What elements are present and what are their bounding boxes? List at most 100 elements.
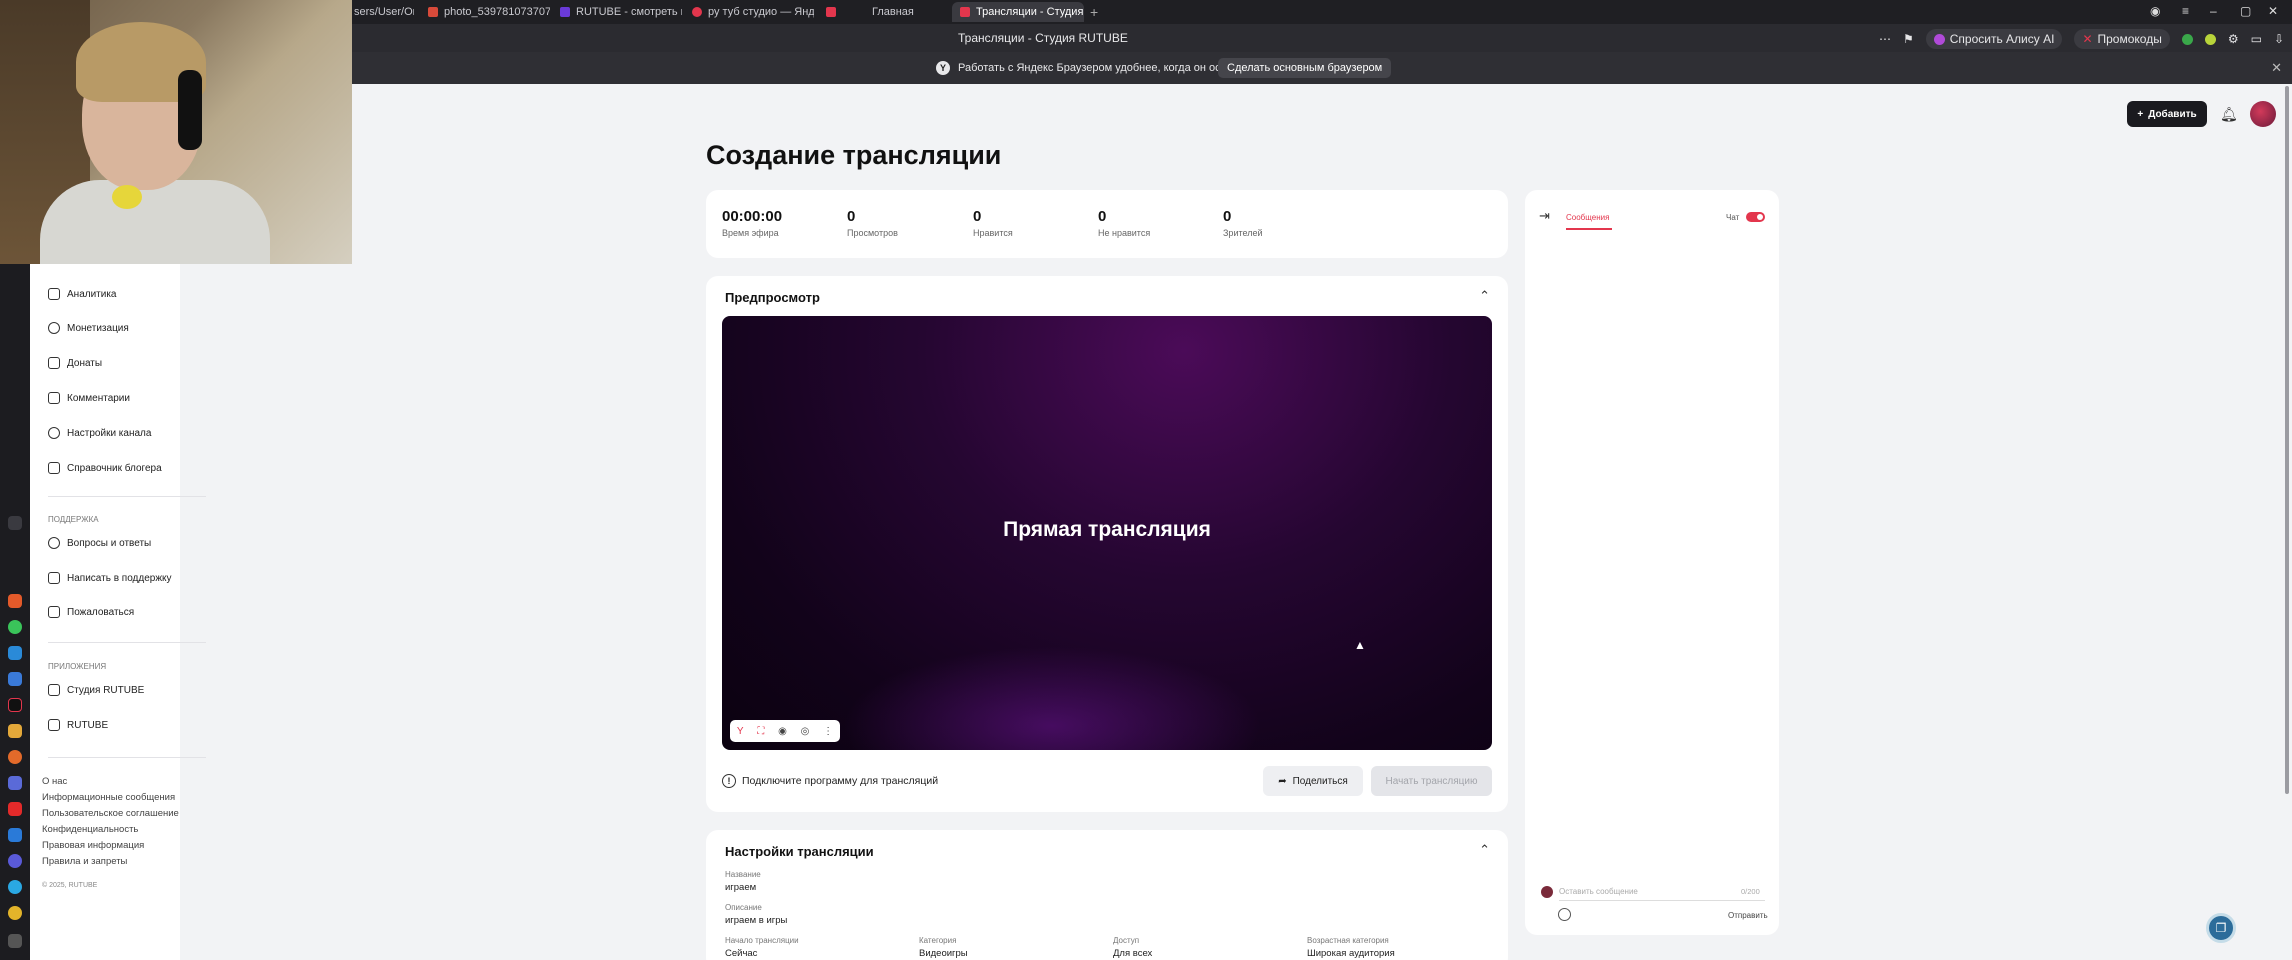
sidebar-item-write-support[interactable]: Написать в поддержку: [48, 572, 172, 584]
sidebar-item-rutube[interactable]: RUTUBE: [48, 719, 108, 731]
tab-0[interactable]: sers/User/One/: [346, 2, 414, 22]
page-title: Создание трансляции: [706, 140, 1002, 170]
tab-2[interactable]: RUTUBE - смотреть видео: [552, 2, 682, 22]
age-category-value[interactable]: Широкая аудитория: [1307, 948, 1395, 959]
chat-bubble-icon: ❐: [2215, 921, 2227, 935]
chevron-up-icon[interactable]: ⌃: [1479, 288, 1490, 304]
tab-4[interactable]: Главная: [818, 2, 948, 22]
whatsapp-icon[interactable]: [8, 620, 22, 634]
stat-dislikes: 0 Не нравится: [1098, 208, 1151, 238]
sidebar-item-analytics[interactable]: Аналитика: [48, 288, 117, 300]
video-player[interactable]: Прямая трансляция Y ⛶ ◉ ◎ ⋮ ▲: [722, 316, 1492, 750]
dock-app-icon[interactable]: [8, 594, 22, 608]
footer-link[interactable]: О нас: [42, 776, 67, 787]
sidebar-item-faq[interactable]: Вопросы и ответы: [48, 537, 151, 549]
active-tab-indicator: [1566, 228, 1612, 230]
footer-link[interactable]: Информационные сообщения: [42, 792, 175, 803]
footer-link[interactable]: Пользовательское соглашение: [42, 808, 179, 819]
rutube-studio-icon: [960, 7, 970, 17]
dock-app-icon[interactable]: [8, 906, 22, 920]
telegram-icon[interactable]: [8, 880, 22, 894]
more-apps-icon[interactable]: [8, 934, 22, 948]
dock-app-icon[interactable]: [8, 516, 22, 530]
maximize-icon[interactable]: ▢: [2240, 4, 2251, 18]
more-icon[interactable]: ⋯: [1879, 32, 1891, 46]
menu-icon[interactable]: ≡: [2182, 4, 2189, 18]
description-label: Описание: [725, 903, 762, 912]
minimize-icon[interactable]: –: [2210, 4, 2217, 18]
tab-3[interactable]: ру туб студио — Яндекс: [684, 2, 814, 22]
close-infobar-icon[interactable]: ✕: [2271, 60, 2282, 76]
access-value[interactable]: Для всех: [1113, 948, 1152, 959]
category-label: Категория: [919, 936, 957, 945]
more-vertical-icon[interactable]: ⋮: [823, 726, 833, 737]
download-icon[interactable]: ⇩: [2274, 32, 2284, 46]
name-value[interactable]: играем: [725, 882, 756, 893]
chat-message-input[interactable]: Оставить сообщение: [1559, 883, 1765, 901]
add-button[interactable]: + Добавить: [2127, 101, 2207, 127]
tiktok-icon[interactable]: [8, 698, 22, 712]
chat-user-avatar: [1541, 886, 1553, 898]
player-controls: Y ⛶ ◉ ◎ ⋮: [730, 720, 840, 742]
category-value[interactable]: Видеоигры: [919, 948, 968, 959]
yandex-logo-icon: Y: [936, 61, 950, 75]
chat-toggle[interactable]: [1746, 212, 1765, 222]
analytics-icon: [48, 288, 60, 300]
dock-app-icon[interactable]: [8, 672, 22, 686]
emoji-icon[interactable]: [1558, 908, 1571, 921]
eye-icon[interactable]: ◉: [778, 726, 787, 737]
bookmark-icon[interactable]: ⚑: [1903, 32, 1914, 46]
sidebar-item-guide[interactable]: Справочник блогера: [48, 462, 162, 474]
tab-active[interactable]: Трансляции - Студия R✕: [952, 2, 1084, 22]
collapse-chat-icon[interactable]: ⇥: [1539, 208, 1550, 224]
page-scrollbar[interactable]: [2285, 86, 2289, 794]
make-default-button[interactable]: Сделать основным браузером: [1218, 58, 1392, 78]
promocodes-button[interactable]: ✕ Промокоды: [2074, 29, 2170, 49]
tab-1[interactable]: photo_539781073707508: [420, 2, 550, 22]
sidebar-item-settings[interactable]: Настройки канала: [48, 427, 151, 439]
footer-link[interactable]: Правовая информация: [42, 840, 144, 851]
footer-link[interactable]: Конфиденциальность: [42, 824, 138, 835]
screenshot-icon[interactable]: ⛶: [757, 726, 764, 737]
start-time-value[interactable]: Сейчас: [725, 948, 757, 959]
new-tab-button[interactable]: +: [1090, 4, 1098, 20]
copyright: © 2025, RUTUBE: [42, 882, 98, 889]
dock-app-icon[interactable]: [8, 724, 22, 738]
share-button[interactable]: ➦ Поделиться: [1263, 766, 1363, 796]
footer-link[interactable]: Правила и запреты: [42, 856, 127, 867]
sidebar-item-studio[interactable]: Студия RUTUBE: [48, 684, 144, 696]
profile-icon[interactable]: ◉: [2150, 4, 2160, 18]
dock-app-icon[interactable]: [8, 854, 22, 868]
page-title-in-address: Трансляции - Студия RUTUBE: [958, 31, 1128, 45]
sidebar-item-monetization[interactable]: Монетизация: [48, 322, 129, 334]
sidebar-item-comments[interactable]: Комментарии: [48, 392, 130, 404]
chevron-up-icon[interactable]: ⌃: [1479, 842, 1490, 858]
dock-app-icon[interactable]: [8, 646, 22, 660]
extension-icon[interactable]: [2204, 33, 2216, 45]
shield-icon[interactable]: [2181, 33, 2193, 45]
headphones-icon: [178, 70, 202, 150]
bell-icon[interactable]: 🔔︎: [2220, 106, 2238, 122]
microphone-icon: [112, 185, 142, 209]
youtube-icon[interactable]: [8, 802, 22, 816]
stat-airtime: 00:00:00 Время эфира: [722, 208, 783, 238]
camera-icon[interactable]: ◎: [801, 726, 810, 737]
help-chat-button[interactable]: ❐: [2206, 913, 2236, 943]
close-window-icon[interactable]: ✕: [2268, 4, 2278, 18]
vk-icon[interactable]: [8, 828, 22, 842]
extensions-icon[interactable]: ⚙: [2228, 32, 2239, 46]
send-button[interactable]: Отправить: [1728, 911, 1768, 920]
collections-icon[interactable]: ▭: [2251, 32, 2262, 46]
avatar[interactable]: [2250, 101, 2276, 127]
stats-card: 00:00:00 Время эфира 0 Просмотров 0 Нравитс…: [706, 190, 1508, 258]
discord-icon[interactable]: [8, 776, 22, 790]
tab-messages[interactable]: Сообщения: [1566, 213, 1609, 222]
yandex-translate-icon[interactable]: Y: [737, 726, 744, 737]
description-value[interactable]: играем в игры: [725, 915, 787, 926]
gear-icon: [48, 427, 60, 439]
sidebar-item-report[interactable]: Пожаловаться: [48, 606, 134, 618]
start-stream-button[interactable]: Начать трансляцию: [1371, 766, 1492, 796]
sidebar-item-donations[interactable]: Донаты: [48, 357, 102, 369]
ask-alice-button[interactable]: Спросить Алису AI: [1925, 29, 2063, 49]
dock-app-icon[interactable]: [8, 750, 22, 764]
